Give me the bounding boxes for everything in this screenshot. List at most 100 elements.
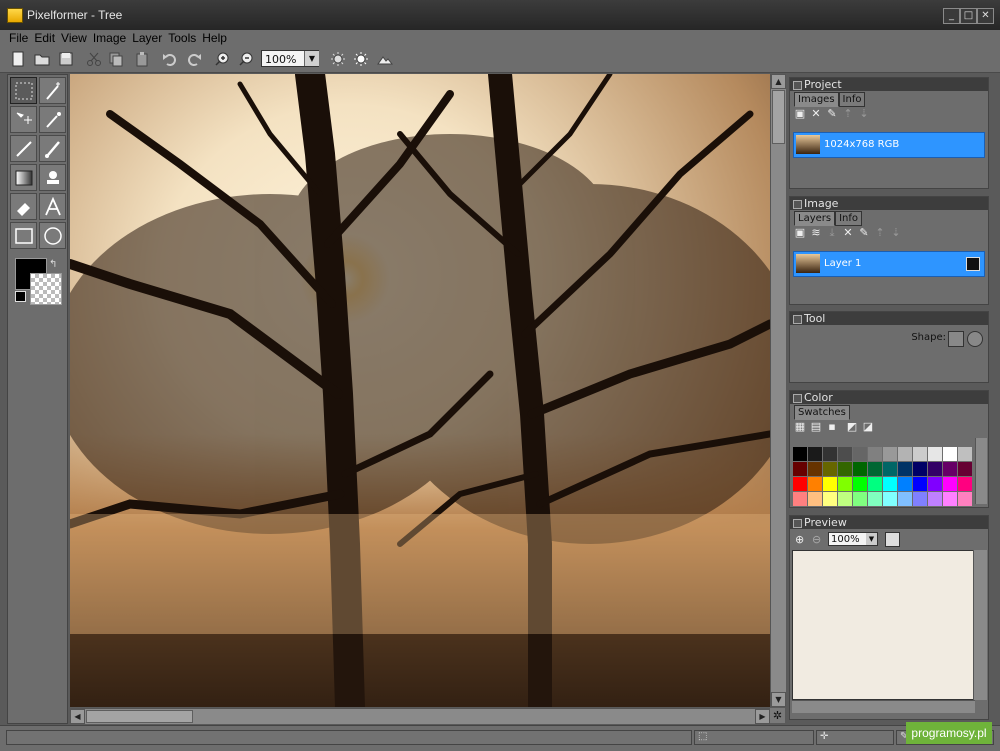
color-swatch[interactable] (868, 477, 882, 491)
color-swatch[interactable] (943, 477, 957, 491)
color-swatch[interactable] (823, 477, 837, 491)
color-swatch[interactable] (838, 477, 852, 491)
rectangle-select-tool[interactable] (10, 77, 37, 104)
reset-colors-icon[interactable] (15, 291, 26, 302)
zoom-in-icon[interactable] (214, 51, 230, 67)
color-swatch[interactable] (808, 477, 822, 491)
preview-vertical-scrollbar[interactable] (973, 550, 987, 700)
close-button[interactable]: ✕ (977, 8, 994, 24)
vertical-scrollbar[interactable]: ▲ ▼ (770, 74, 786, 707)
swap-colors-icon[interactable]: ↰ (49, 259, 57, 270)
menu-layer[interactable]: Layer (129, 30, 165, 46)
color-swatch[interactable] (943, 462, 957, 476)
color-swatch[interactable] (808, 462, 822, 476)
color-swatch[interactable] (943, 492, 957, 506)
menu-edit[interactable]: Edit (31, 30, 58, 46)
color-swatch[interactable] (928, 447, 942, 461)
color-swatch[interactable] (868, 447, 882, 461)
image-list-item[interactable]: 1024x768 RGB (793, 132, 985, 158)
color-swatch[interactable] (838, 447, 852, 461)
color-swatch[interactable] (793, 462, 807, 476)
save-swatches-icon[interactable]: ▪ (826, 421, 838, 433)
scroll-down-arrow-icon[interactable]: ▼ (771, 692, 786, 707)
color-swatch[interactable] (913, 492, 927, 506)
shape-rectangle-icon[interactable] (948, 331, 964, 347)
color-swatch[interactable] (898, 477, 912, 491)
color-swatch[interactable] (853, 447, 867, 461)
color-swatch[interactable] (838, 492, 852, 506)
color-swatch[interactable] (943, 447, 957, 461)
menu-help[interactable]: Help (199, 30, 230, 46)
menu-image[interactable]: Image (90, 30, 129, 46)
sun-icon[interactable] (353, 51, 369, 67)
properties-icon[interactable]: ✎ (826, 108, 838, 120)
shape-ellipse-icon[interactable] (967, 331, 983, 347)
color-swatch[interactable] (838, 462, 852, 476)
new-file-icon[interactable] (10, 51, 26, 67)
cut-icon[interactable] (86, 51, 102, 67)
fit-preview-icon[interactable] (885, 532, 900, 547)
menu-file[interactable]: File (0, 30, 31, 46)
open-folder-icon[interactable] (34, 51, 50, 67)
layer-up-icon[interactable]: ⇡ (874, 227, 886, 239)
save-icon[interactable] (58, 51, 74, 67)
color-swatch[interactable] (883, 447, 897, 461)
tool-panel-header[interactable]: Tool (790, 312, 988, 325)
layer-visibility-icon[interactable] (966, 257, 980, 271)
scroll-left-arrow-icon[interactable]: ◀ (70, 709, 85, 724)
color-swatch[interactable] (898, 462, 912, 476)
color-swatch[interactable] (808, 492, 822, 506)
tab-project-info[interactable]: Info (838, 92, 866, 107)
swatches-scrollbar[interactable] (975, 438, 987, 504)
color-swatch[interactable] (883, 492, 897, 506)
color-swatch[interactable] (958, 462, 972, 476)
zoom-out-icon[interactable] (238, 51, 254, 67)
eyedropper-tool[interactable] (39, 106, 66, 133)
gradient-tool[interactable] (10, 164, 37, 191)
color-swatch[interactable] (823, 447, 837, 461)
remove-swatch-icon[interactable]: ◪ (862, 421, 874, 433)
preview-zoom-dropdown-arrow[interactable]: ▼ (866, 533, 877, 545)
undo-icon[interactable] (162, 51, 178, 67)
rectangle-tool[interactable] (10, 222, 37, 249)
color-swatch[interactable] (823, 462, 837, 476)
scroll-right-arrow-icon[interactable]: ▶ (755, 709, 770, 724)
layer-properties-icon[interactable]: ✎ (858, 227, 870, 239)
color-swatch[interactable] (793, 447, 807, 461)
delete-image-icon[interactable]: ✕ (810, 108, 822, 120)
vertical-scroll-thumb[interactable] (772, 90, 785, 144)
color-swatch[interactable] (823, 492, 837, 506)
tab-swatches[interactable]: Swatches (794, 405, 850, 420)
contrast-icon[interactable] (377, 51, 393, 67)
horizontal-scrollbar[interactable]: ◀ ▶ (70, 708, 770, 724)
color-swatch[interactable] (883, 462, 897, 476)
eraser-tool[interactable] (10, 193, 37, 220)
open-swatches-icon[interactable]: ▤ (810, 421, 822, 433)
color-swatch[interactable] (853, 462, 867, 476)
image-panel-header[interactable]: Image (790, 197, 988, 210)
horizontal-scroll-thumb[interactable] (86, 710, 193, 723)
merge-down-icon[interactable]: ⤓ (826, 227, 838, 239)
add-swatch-icon[interactable]: ◩ (846, 421, 858, 433)
preview-zoom-in-icon[interactable]: ⊕ (795, 533, 804, 546)
color-swatch[interactable] (928, 477, 942, 491)
delete-layer-icon[interactable]: ✕ (842, 227, 854, 239)
color-swatch[interactable] (913, 447, 927, 461)
color-swatch[interactable] (958, 492, 972, 506)
move-up-icon[interactable]: ⇡ (842, 108, 854, 120)
tab-image-info[interactable]: Info (835, 211, 863, 226)
ellipse-tool[interactable] (39, 222, 66, 249)
navigator-corner-icon[interactable]: ✲ (770, 708, 785, 723)
new-layer-icon[interactable]: ▣ (794, 227, 806, 239)
preview-horizontal-scrollbar[interactable] (792, 700, 975, 713)
tab-images[interactable]: Images (794, 92, 839, 107)
magic-wand-tool[interactable] (39, 77, 66, 104)
color-swatch[interactable] (883, 477, 897, 491)
project-panel-header[interactable]: Project (790, 78, 988, 91)
color-swatch[interactable] (913, 462, 927, 476)
brush-tool[interactable] (39, 135, 66, 162)
new-image-icon[interactable]: ▣ (794, 108, 806, 120)
minimize-button[interactable]: _ (943, 8, 960, 24)
layer-list-item[interactable]: Layer 1 (793, 251, 985, 277)
move-down-icon[interactable]: ⇣ (858, 108, 870, 120)
